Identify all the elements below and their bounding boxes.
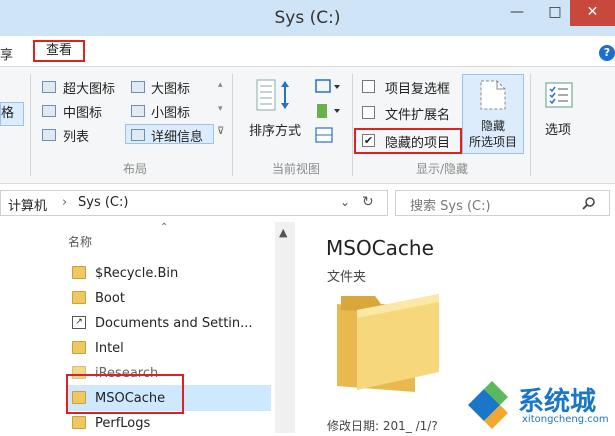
sort-by-button[interactable]: 排序方式	[249, 120, 301, 139]
watermark-url: xitongcheng.com	[522, 414, 609, 425]
details-modified-date: 修改日期: 201_ /1/?	[327, 417, 438, 434]
search-placeholder: 搜索 Sys (C:)	[410, 199, 491, 214]
layout-expand-icon[interactable]: ⊽	[217, 126, 224, 137]
maximize-button[interactable]: □	[540, 0, 570, 26]
hide-selected-icon	[480, 80, 506, 110]
view-options-icons	[315, 79, 340, 143]
sort-by-icon	[256, 79, 289, 111]
watermark-text: 系统城	[518, 387, 597, 417]
group-label-current-view: 当前视图	[271, 162, 320, 176]
options-icon	[545, 82, 573, 108]
item-checkboxes-checkbox[interactable]	[362, 80, 375, 93]
navigation-pane-button[interactable]: 格	[0, 102, 24, 126]
ribbon-tab-strip	[0, 36, 615, 67]
close-button[interactable]: ✕	[570, 0, 615, 26]
address-dropdown-icon[interactable]: ⌄	[340, 195, 350, 209]
scroll-up-icon[interactable]: ▲	[279, 226, 287, 239]
list-item[interactable]: Intel	[66, 337, 271, 361]
layout-scroll-down-icon[interactable]: ▾	[218, 104, 223, 114]
item-checkboxes-label: 项目复选框	[385, 82, 451, 97]
hidden-items-checkbox[interactable]: ✔	[362, 134, 375, 147]
hide-selected-items-button[interactable]: 隐藏 所选项目	[462, 74, 524, 154]
list-item[interactable]: Boot	[66, 287, 271, 311]
breadcrumb-computer[interactable]: 计算机	[8, 195, 47, 214]
layout-small-icons[interactable]: 小图标	[151, 102, 190, 121]
large-icons-icon	[131, 81, 145, 93]
file-name: $Recycle.Bin	[95, 266, 179, 281]
group-divider	[30, 74, 31, 176]
details-icon	[131, 129, 145, 141]
list-item[interactable]: $Recycle.Bin	[66, 262, 271, 286]
file-extensions-checkbox[interactable]	[362, 106, 375, 119]
file-name: Boot	[95, 291, 125, 306]
refresh-icon[interactable]: ↻	[362, 194, 374, 210]
tab-share[interactable]: 享	[0, 44, 13, 63]
options-button[interactable]: 选项	[545, 119, 571, 138]
modified-date-label: 修改日期:	[327, 419, 380, 433]
layout-large-icons[interactable]: 大图标	[151, 78, 190, 97]
details-item-type: 文件夹	[327, 270, 367, 285]
vertical-scrollbar[interactable]	[275, 222, 295, 433]
address-bar[interactable]	[0, 190, 388, 216]
file-name: Intel	[95, 341, 124, 356]
medium-icons-icon	[42, 105, 56, 117]
layout-medium-icons[interactable]: 中图标	[63, 102, 102, 121]
file-name: Documents and Settin...	[95, 316, 253, 331]
folder-icon	[72, 416, 86, 429]
layout-scroll-up-icon[interactable]: ▴	[218, 80, 223, 90]
group-divider	[232, 74, 233, 176]
file-extensions-label: 文件扩展名	[385, 108, 451, 123]
details-item-name: MSOCache	[326, 236, 434, 260]
group-label-layout: 布局	[122, 162, 147, 176]
list-icon	[42, 129, 56, 141]
list-item[interactable]: ↗ Documents and Settin...	[66, 312, 271, 336]
folder-icon	[72, 266, 86, 279]
large-folder-icon	[337, 294, 439, 392]
sort-ascending-icon: ⌃	[160, 222, 169, 233]
msocache-highlight	[66, 374, 184, 414]
help-icon[interactable]: ?	[599, 45, 615, 61]
folder-icon	[72, 291, 86, 304]
folder-icon	[72, 341, 86, 354]
small-icons-icon	[131, 105, 145, 117]
breadcrumb-sys-c[interactable]: Sys (C:)	[78, 195, 128, 210]
hide-selected-line1: 隐藏	[480, 119, 505, 133]
layout-list[interactable]: 列表	[63, 126, 89, 145]
group-divider	[530, 74, 531, 176]
list-item[interactable]: PerfLogs	[66, 412, 271, 436]
shortcut-icon: ↗	[72, 316, 86, 329]
modified-date-value: 201_ /1/?	[382, 419, 438, 433]
group-divider	[352, 74, 353, 176]
file-name: PerfLogs	[95, 416, 151, 431]
hidden-items-label: 隐藏的项目	[385, 136, 451, 151]
group-label-show-hide: 显示/隐藏	[415, 162, 469, 176]
layout-extra-large-icons[interactable]: 超大图标	[63, 78, 115, 97]
extra-large-icons-icon	[42, 81, 56, 93]
search-icon[interactable]	[582, 196, 596, 210]
minimize-button[interactable]: —	[494, 0, 540, 26]
tab-view[interactable]: 查看	[33, 40, 85, 62]
hide-selected-line2: 所选项目	[468, 135, 517, 149]
layout-details[interactable]: 详细信息	[151, 126, 203, 145]
column-header-name[interactable]: 名称	[68, 233, 92, 250]
breadcrumb-separator: ›	[62, 195, 68, 210]
